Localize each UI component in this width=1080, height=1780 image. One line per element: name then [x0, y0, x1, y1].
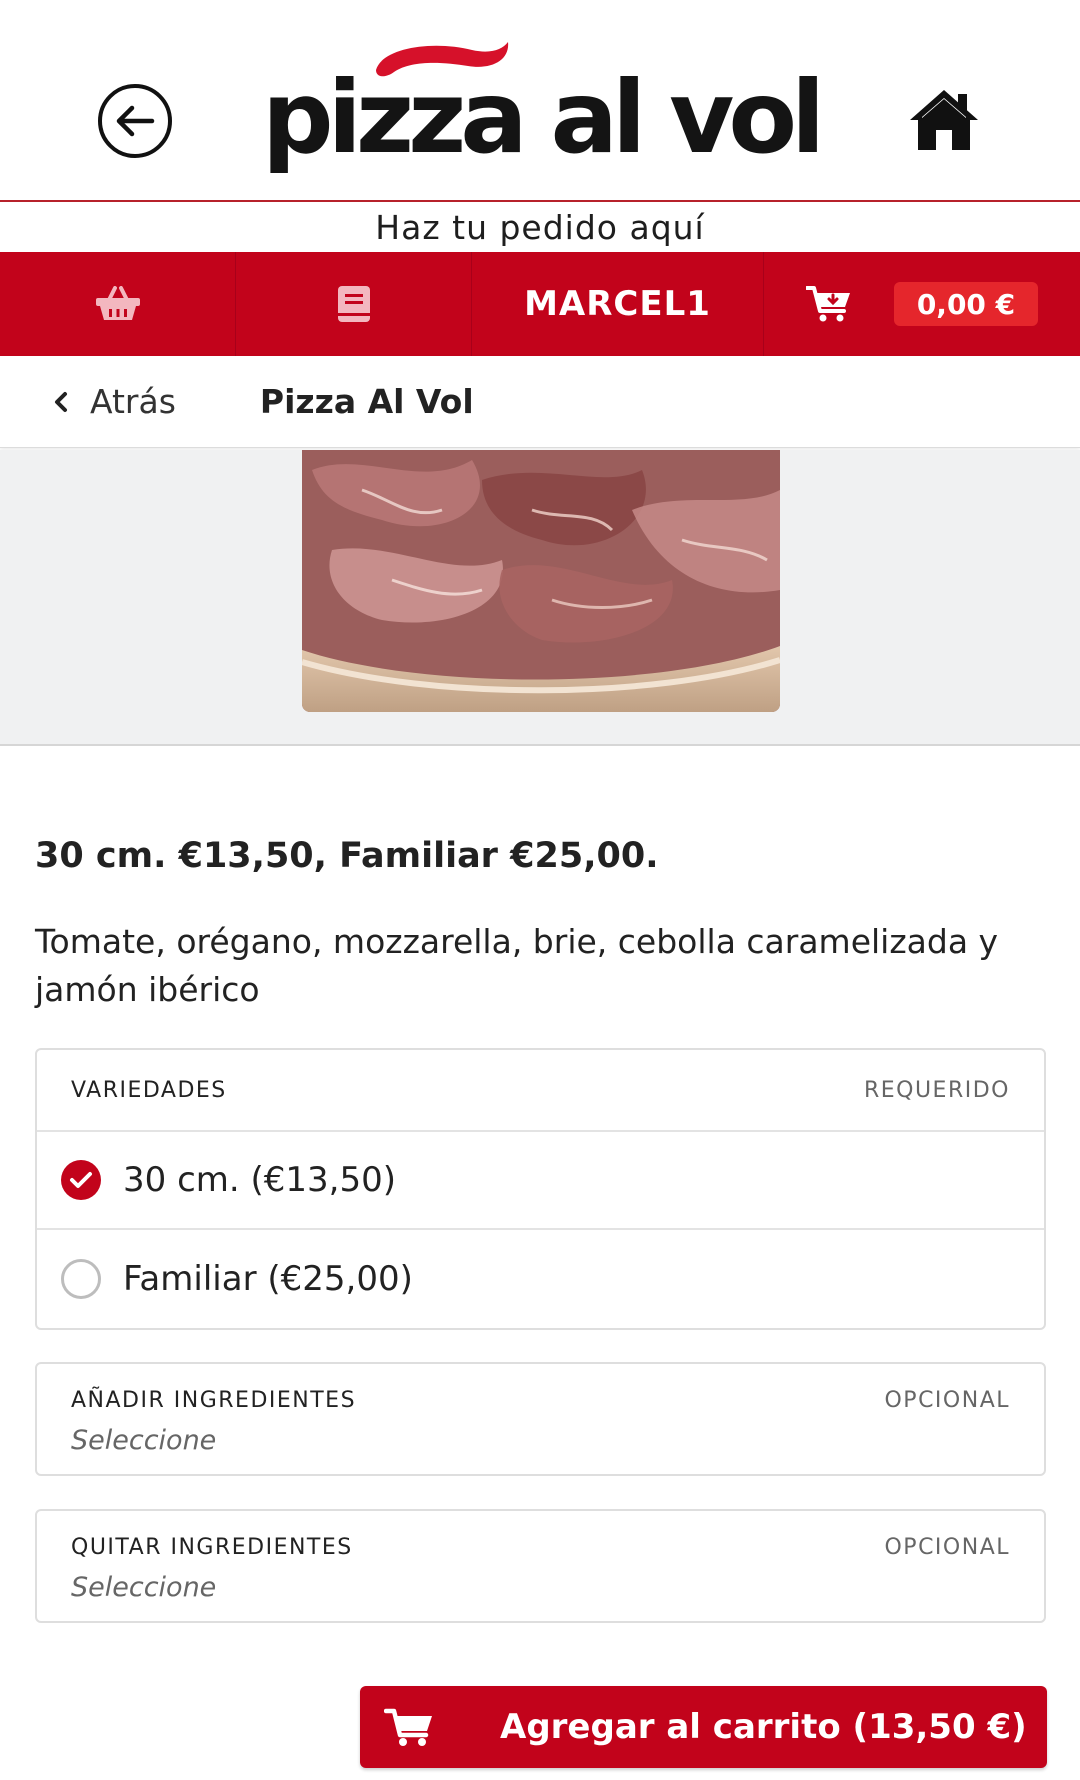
back-link[interactable]: Atrás	[52, 382, 176, 421]
variety-option-label: 30 cm. (€13,50)	[123, 1160, 396, 1200]
tagline: Haz tu pedido aquí	[375, 208, 705, 247]
page-title: Pizza Al Vol	[259, 382, 474, 421]
add-ingredients-placeholder: Seleccione	[71, 1425, 217, 1456]
product-image-area	[0, 450, 1080, 746]
sub-header: Atrás Pizza Al Vol	[0, 356, 1080, 448]
optional-tag: OPCIONAL	[884, 1388, 1010, 1413]
add-to-cart-label: Agregar al carrito (13,50 €)	[500, 1707, 1027, 1747]
nav-basket[interactable]	[0, 252, 236, 356]
user-name: MARCEL1	[524, 284, 711, 324]
arrow-left-circle-icon	[116, 105, 155, 137]
remove-ingredients-title: QUITAR INGREDIENTES	[71, 1535, 353, 1560]
variety-option-familiar[interactable]: Familiar (€25,00)	[37, 1230, 1044, 1328]
variedades-header: VARIEDADES REQUERIDO	[37, 1050, 1044, 1132]
nav-menu[interactable]	[236, 252, 472, 356]
cart-icon	[384, 1708, 432, 1746]
back-button[interactable]	[98, 84, 172, 158]
cart-total-badge: 0,00 €	[894, 282, 1038, 326]
main-nav: MARCEL1 0,00 €	[0, 252, 1080, 356]
pizza-illustration	[302, 450, 780, 712]
product-description: Tomate, orégano, mozzarella, brie, cebol…	[35, 922, 999, 1009]
add-ingredients-select[interactable]: AÑADIR INGREDIENTES OPCIONAL Seleccione	[35, 1362, 1046, 1476]
variety-option-30cm[interactable]: 30 cm. (€13,50)	[37, 1132, 1044, 1230]
add-ingredients-title: AÑADIR INGREDIENTES	[71, 1388, 357, 1413]
app-header: pizza al vol	[0, 0, 1080, 202]
variety-option-label: Familiar (€25,00)	[123, 1259, 413, 1299]
brand-logo[interactable]: pizza al vol	[262, 40, 825, 176]
required-tag: REQUERIDO	[863, 1077, 1010, 1103]
nav-cart[interactable]: 0,00 €	[764, 252, 1080, 356]
product-price-summary: 30 cm. €13,50, Familiar €25,00.	[35, 836, 659, 876]
radio-checked-icon[interactable]	[61, 1160, 101, 1200]
remove-ingredients-placeholder: Seleccione	[71, 1572, 217, 1603]
add-to-cart-button[interactable]: Agregar al carrito (13,50 €)	[360, 1686, 1047, 1768]
radio-unchecked-icon[interactable]	[61, 1259, 101, 1299]
basket-icon	[95, 286, 140, 320]
variedades-group: VARIEDADES REQUERIDO 30 cm. (€13,50) Fam…	[35, 1048, 1046, 1330]
product-image	[302, 450, 780, 712]
nav-user[interactable]: MARCEL1	[472, 252, 764, 356]
variedades-title: VARIEDADES	[71, 1077, 227, 1103]
remove-ingredients-select[interactable]: QUITAR INGREDIENTES OPCIONAL Seleccione	[35, 1509, 1046, 1623]
home-icon[interactable]	[906, 86, 982, 154]
back-link-label: Atrás	[90, 382, 176, 421]
chevron-left-icon	[55, 391, 67, 412]
book-icon	[337, 286, 370, 322]
optional-tag: OPCIONAL	[884, 1535, 1010, 1560]
cart-download-icon	[806, 286, 850, 322]
logo-text: pizza al vol	[262, 59, 825, 176]
